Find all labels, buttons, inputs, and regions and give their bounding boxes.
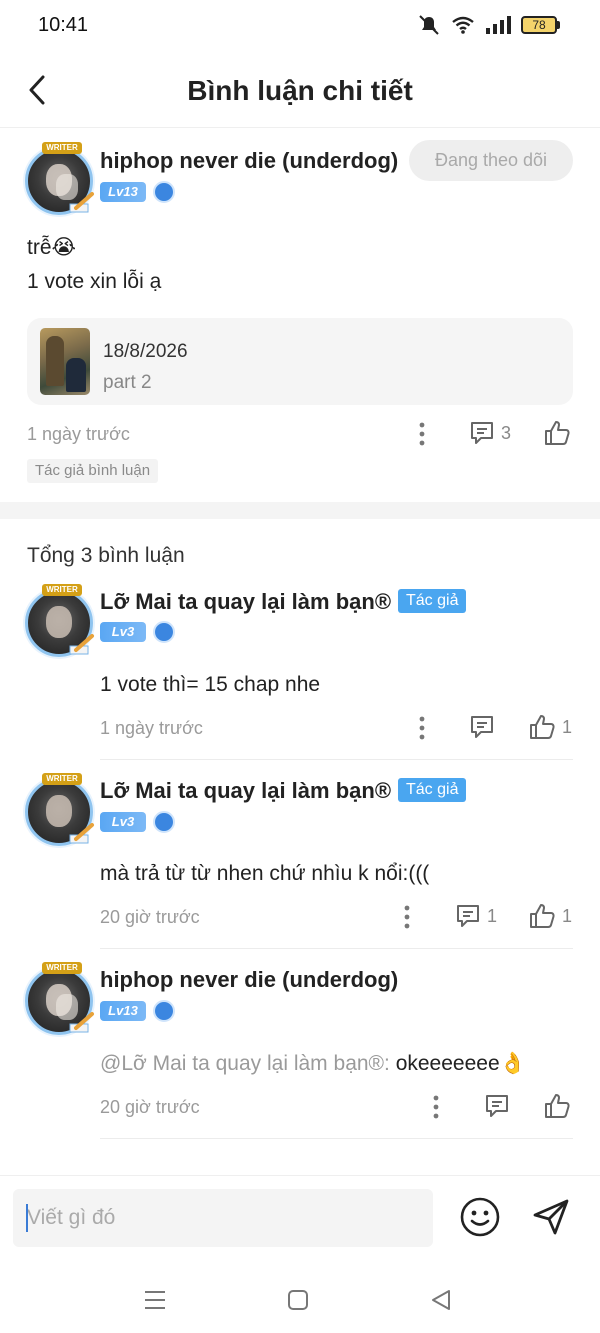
avatar[interactable]: WRITER: [25, 584, 94, 657]
reply-time: 20 giờ trước: [100, 907, 200, 927]
comment-icon: [457, 905, 479, 927]
reply-time: 20 giờ trước: [100, 1097, 200, 1117]
gem-icon: [153, 1000, 175, 1022]
like-button[interactable]: 1: [528, 902, 572, 930]
comment-icon: [471, 422, 493, 444]
reply-text: 1 vote thì= 15 chap nhe: [100, 673, 321, 696]
comment-input-bar: [0, 1175, 600, 1265]
menu-icon: [145, 1291, 165, 1309]
more-options-button[interactable]: [412, 713, 432, 743]
comment-icon: [471, 716, 493, 738]
level-badge: Lv3: [100, 622, 146, 642]
mention[interactable]: @Lỡ Mai ta quay lại làm bạn®:: [100, 1052, 390, 1075]
username[interactable]: Lỡ Mai ta quay lại làm bạn®: [100, 778, 391, 804]
signal-icon: [486, 16, 511, 34]
thumbs-up-icon: [530, 715, 555, 739]
thumbs-up-icon: [530, 904, 555, 928]
reply-text: mà trả từ từ nhen chứ nhìu k nổi:(((: [100, 862, 430, 885]
more-vertical-icon: [419, 422, 425, 446]
home-button[interactable]: [281, 1283, 315, 1317]
gem-icon: [153, 621, 175, 643]
username[interactable]: Lỡ Mai ta quay lại làm bạn®: [100, 589, 391, 615]
divider: [100, 1138, 573, 1139]
menu-button[interactable]: [138, 1283, 172, 1317]
more-options-button[interactable]: [426, 1092, 446, 1122]
pen-icon: [69, 823, 94, 844]
like-button[interactable]: [543, 419, 571, 447]
wifi-icon: [452, 16, 474, 34]
more-options-button[interactable]: [397, 902, 417, 932]
reply-button[interactable]: 3: [469, 420, 511, 446]
reply-count: 3: [501, 422, 512, 443]
more-vertical-icon: [419, 716, 425, 740]
more-vertical-icon: [433, 1095, 439, 1119]
status-bar: 10:41 78: [0, 0, 600, 54]
total-comments: Tổng 3 bình luận: [27, 544, 185, 567]
gem-icon: [153, 811, 175, 833]
text-cursor: [26, 1204, 28, 1232]
writer-badge-icon: WRITER: [42, 773, 82, 785]
writer-badge-icon: WRITER: [42, 962, 82, 974]
chapter-part: part 2: [103, 372, 152, 393]
pen-icon: [69, 1012, 94, 1033]
comment-icon: [486, 1095, 508, 1117]
reply-text: @Lỡ Mai ta quay lại làm bạn®: okeeeeeee👌: [100, 1052, 526, 1076]
reply-button[interactable]: 1: [455, 903, 497, 929]
like-button[interactable]: [543, 1092, 571, 1120]
reply-button[interactable]: [469, 714, 495, 740]
reply-button[interactable]: [484, 1093, 510, 1119]
more-options-button[interactable]: [412, 419, 432, 449]
level-badge: Lv13: [100, 182, 146, 202]
author-tag: Tác giả: [398, 778, 467, 802]
mute-icon: [419, 15, 439, 35]
level-badge: Lv13: [100, 1001, 146, 1021]
more-vertical-icon: [404, 905, 410, 929]
emoji-icon[interactable]: [459, 1196, 501, 1238]
comment-text-line1: trễ😭: [27, 236, 77, 259]
avatar[interactable]: WRITER: [25, 773, 94, 846]
avatar[interactable]: WRITER: [25, 962, 94, 1035]
home-square-icon: [288, 1290, 308, 1310]
writer-badge-icon: WRITER: [42, 584, 82, 596]
chapter-thumbnail: [40, 328, 90, 395]
status-icons: 78: [417, 14, 560, 36]
author-comment-tag: Tác giả bình luận: [27, 459, 159, 483]
pen-icon: [69, 192, 94, 213]
back-nav-button[interactable]: [424, 1283, 458, 1317]
comment-input[interactable]: [13, 1189, 433, 1247]
avatar[interactable]: WRITER: [25, 142, 94, 215]
writer-badge-icon: WRITER: [42, 142, 82, 154]
thumbs-up-icon: [545, 1094, 570, 1118]
level-badge: Lv3: [100, 812, 146, 832]
battery-icon: 78: [521, 16, 560, 34]
pen-icon: [69, 634, 94, 655]
chapter-card[interactable]: 18/8/2026 part 2: [27, 318, 573, 405]
triangle-back-icon: [432, 1290, 450, 1310]
battery-level: 78: [521, 16, 557, 34]
like-count: 1: [562, 716, 573, 737]
reply-time: 1 ngày trước: [100, 718, 203, 738]
status-time: 10:41: [38, 14, 89, 36]
thumbs-up-icon: [545, 421, 570, 445]
section-divider: [0, 502, 600, 519]
comment-text-line2: 1 vote xin lỗi ạ: [27, 270, 162, 293]
header: Bình luận chi tiết: [0, 54, 600, 128]
reply-count: 1: [487, 905, 498, 926]
page-title: Bình luận chi tiết: [187, 75, 413, 106]
gem-icon: [153, 181, 175, 203]
username[interactable]: hiphop never die (underdog): [100, 967, 398, 993]
comment-time: 1 ngày trước: [27, 424, 130, 444]
chapter-date: 18/8/2026: [103, 341, 188, 362]
reply-text-body: okeeeeeee👌: [389, 1052, 526, 1075]
divider: [100, 948, 573, 949]
system-nav-bar: [0, 1265, 600, 1333]
username[interactable]: hiphop never die (underdog): [100, 148, 398, 174]
author-tag: Tác giả: [398, 589, 467, 613]
like-button[interactable]: 1: [528, 713, 572, 741]
like-count: 1: [562, 905, 573, 926]
follow-button[interactable]: Đang theo dõi: [409, 140, 573, 181]
send-icon[interactable]: [529, 1195, 573, 1239]
divider: [100, 759, 573, 760]
